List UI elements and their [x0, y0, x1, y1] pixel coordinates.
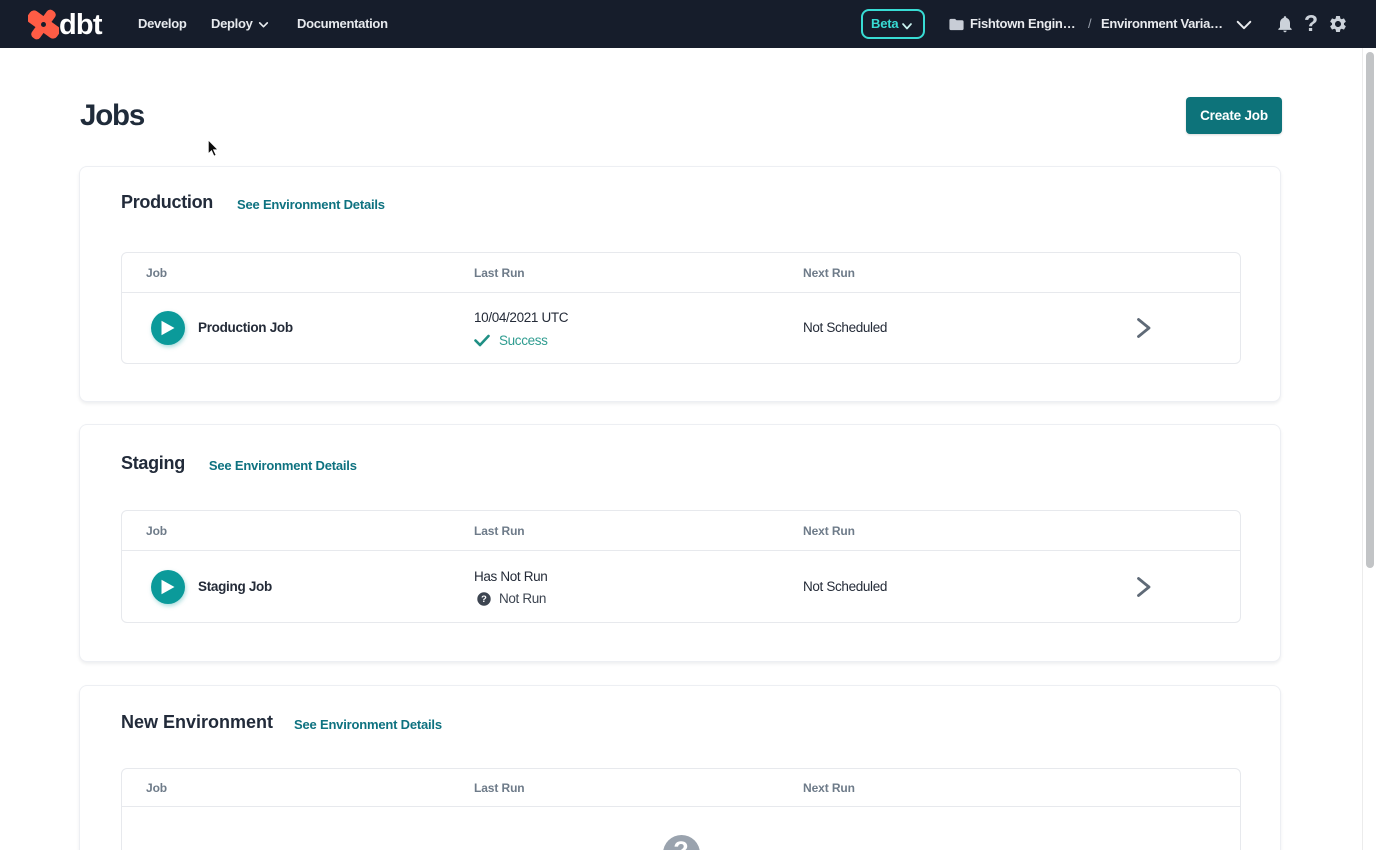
- svg-text:?: ?: [481, 593, 487, 603]
